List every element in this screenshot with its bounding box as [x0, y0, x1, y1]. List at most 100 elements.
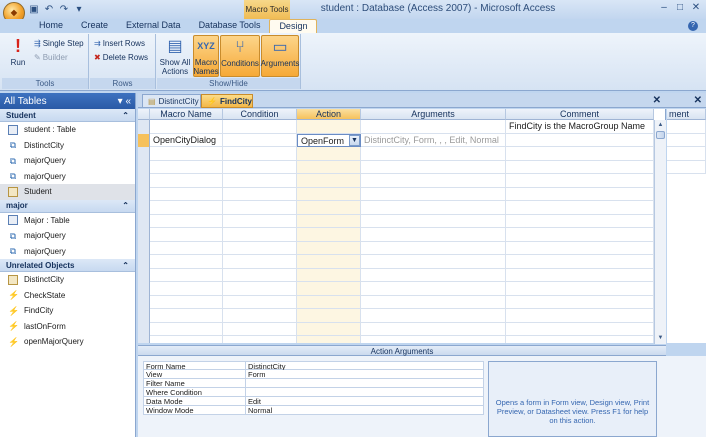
table-cell[interactable]	[506, 147, 654, 161]
comment-cell[interactable]	[506, 133, 654, 147]
table-cell[interactable]	[150, 322, 223, 336]
scroll-down-icon[interactable]: ▼	[655, 333, 666, 344]
macro-name-cell[interactable]: OpenCityDialog	[150, 133, 223, 147]
property-value[interactable]: Edit	[246, 397, 484, 406]
chevron-down-icon[interactable]: ▾ «	[118, 96, 131, 107]
table-cell[interactable]	[361, 295, 506, 309]
table-cell[interactable]	[506, 309, 654, 323]
table-cell[interactable]	[506, 201, 654, 215]
column-header-comment[interactable]: Comment	[506, 109, 654, 120]
table-cell[interactable]	[297, 322, 361, 336]
table-cell[interactable]	[223, 295, 297, 309]
table-cell[interactable]	[150, 309, 223, 323]
table-cell[interactable]	[506, 295, 654, 309]
table-cell[interactable]	[297, 255, 361, 269]
table-cell[interactable]	[361, 255, 506, 269]
table-cell[interactable]	[150, 201, 223, 215]
nav-item[interactable]: Major : Table	[0, 213, 135, 229]
run-button[interactable]: ! Run	[6, 35, 30, 77]
column-header-macro-name[interactable]: Macro Name	[150, 109, 223, 120]
column-header-action[interactable]: Action	[297, 109, 361, 120]
table-cell[interactable]	[506, 228, 654, 242]
table-cell[interactable]	[361, 147, 506, 161]
row-selector[interactable]	[138, 228, 150, 242]
table-cell[interactable]	[150, 282, 223, 296]
collapse-icon[interactable]: ⌃	[122, 111, 129, 120]
table-cell[interactable]	[297, 147, 361, 161]
row-selector[interactable]	[138, 282, 150, 296]
arguments-button[interactable]: ▭ Arguments	[261, 35, 299, 77]
table-cell[interactable]	[150, 241, 223, 255]
single-step-button[interactable]: ⇶ Single Step	[34, 38, 84, 49]
table-cell[interactable]	[223, 255, 297, 269]
row-selector[interactable]	[138, 336, 150, 343]
row-selector[interactable]	[138, 241, 150, 255]
vertical-scrollbar[interactable]: ▲ ▼	[654, 120, 666, 344]
table-cell[interactable]	[223, 160, 297, 174]
table-cell[interactable]	[297, 187, 361, 201]
chevron-down-icon[interactable]: ▼	[349, 134, 360, 146]
nav-group-unrelated-objects[interactable]: Unrelated Objects ⌃	[0, 259, 135, 272]
row-selector[interactable]	[138, 295, 150, 309]
table-cell[interactable]	[361, 241, 506, 255]
nav-item[interactable]: ⚡ FindCity	[0, 303, 135, 319]
table-cell[interactable]	[361, 268, 506, 282]
table-cell[interactable]	[297, 174, 361, 188]
row-selector[interactable]	[138, 133, 150, 147]
tab-external-data[interactable]: External Data	[117, 19, 190, 33]
table-cell[interactable]	[150, 336, 223, 343]
table-cell[interactable]	[297, 241, 361, 255]
table-cell[interactable]	[150, 147, 223, 161]
row-selector[interactable]	[138, 160, 150, 174]
table-cell[interactable]	[223, 201, 297, 215]
row-selector[interactable]	[138, 187, 150, 201]
table-cell[interactable]	[223, 336, 297, 343]
table-cell[interactable]	[223, 309, 297, 323]
table-cell[interactable]	[361, 336, 506, 343]
table-cell[interactable]	[361, 214, 506, 228]
close-background-window-icon[interactable]: ✕	[694, 95, 702, 106]
table-cell[interactable]	[506, 160, 654, 174]
table-cell[interactable]	[506, 214, 654, 228]
table-cell[interactable]	[297, 214, 361, 228]
table-cell[interactable]	[150, 228, 223, 242]
scroll-thumb[interactable]	[656, 131, 665, 139]
table-cell[interactable]	[506, 322, 654, 336]
maximize-icon[interactable]: □	[673, 1, 687, 15]
row-selector[interactable]	[138, 201, 150, 215]
scroll-up-icon[interactable]: ▲	[655, 120, 666, 131]
column-header-condition[interactable]: Condition	[223, 109, 297, 120]
table-cell[interactable]	[361, 201, 506, 215]
table-cell[interactable]	[361, 282, 506, 296]
nav-item[interactable]: student : Table	[0, 122, 135, 138]
table-cell[interactable]	[150, 187, 223, 201]
tab-design[interactable]: Design	[269, 19, 318, 33]
table-cell[interactable]	[297, 160, 361, 174]
nav-item[interactable]: ⧉ majorQuery	[0, 153, 135, 169]
condition-cell[interactable]	[223, 133, 297, 147]
condition-cell[interactable]	[223, 120, 297, 134]
table-cell[interactable]	[506, 241, 654, 255]
property-value[interactable]	[246, 388, 484, 397]
table-cell[interactable]	[506, 187, 654, 201]
table-cell[interactable]	[361, 322, 506, 336]
nav-item[interactable]: ⚡ lastOnForm	[0, 319, 135, 335]
table-cell[interactable]	[150, 160, 223, 174]
table-cell[interactable]	[506, 268, 654, 282]
table-cell[interactable]	[223, 214, 297, 228]
table-cell[interactable]	[506, 282, 654, 296]
doc-tab-findcity[interactable]: ⚡ FindCity	[201, 94, 253, 108]
table-cell[interactable]	[297, 336, 361, 343]
nav-item[interactable]: DistinctCity	[0, 272, 135, 288]
action-cell[interactable]	[297, 120, 361, 134]
table-cell[interactable]	[297, 228, 361, 242]
table-cell[interactable]	[223, 228, 297, 242]
table-cell[interactable]	[223, 322, 297, 336]
tab-create[interactable]: Create	[72, 19, 117, 33]
doc-tab-distinctcity[interactable]: ▤ DistinctCity	[142, 94, 201, 108]
nav-header[interactable]: All Tables ▾ «	[0, 93, 135, 109]
nav-item[interactable]: Student	[0, 184, 135, 200]
table-cell[interactable]	[223, 187, 297, 201]
nav-item[interactable]: ⧉ majorQuery	[0, 228, 135, 244]
nav-group-major[interactable]: major ⌃	[0, 199, 135, 213]
